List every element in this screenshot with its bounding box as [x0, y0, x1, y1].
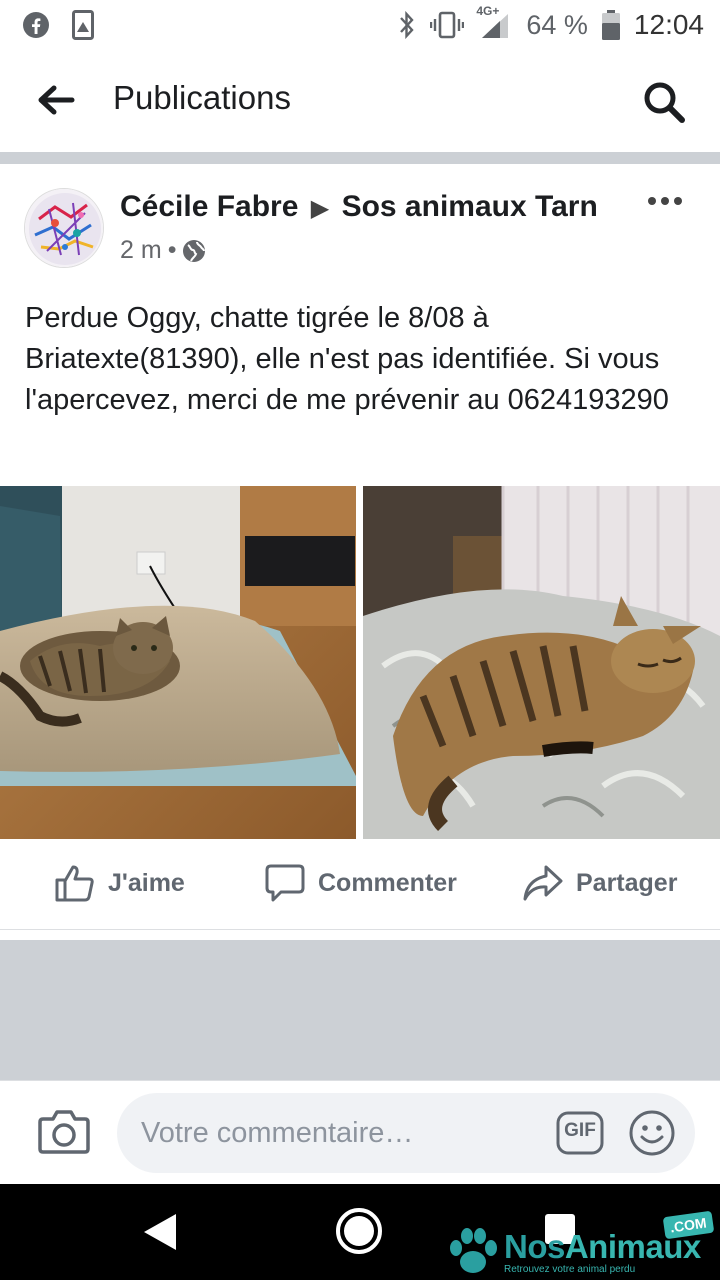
- bluetooth-icon: [400, 11, 415, 39]
- post-photos: [0, 486, 720, 839]
- facebook-notification-icon: [23, 12, 49, 38]
- comment-label: Commenter: [318, 868, 457, 897]
- post-author-line: Cécile Fabre ▶ Sos animaux Tarn: [120, 190, 598, 224]
- separator-dot: •: [167, 236, 177, 264]
- arrow-left-icon[interactable]: [36, 80, 76, 120]
- author-name[interactable]: Cécile Fabre: [120, 190, 298, 223]
- photo-cat-on-cushion[interactable]: [0, 486, 356, 839]
- photo-cat-on-bed[interactable]: [363, 486, 720, 839]
- status-bar: 4G+ 64 % 12:04: [0, 0, 720, 50]
- empty-comments-area: [0, 940, 720, 1080]
- section-divider: [0, 152, 720, 164]
- comment-composer: GIF: [0, 1080, 720, 1184]
- clock: 12:04: [633, 9, 704, 40]
- search-icon[interactable]: [642, 80, 686, 124]
- watermark-tagline: Retrouvez votre animal perdu: [504, 1264, 636, 1275]
- battery-percentage: 64 %: [526, 9, 588, 40]
- vibrate-icon: [430, 11, 465, 39]
- watermark-logo: NosAnimaux .COM Retrouvez votre animal p…: [446, 1210, 714, 1276]
- comment-icon: [265, 864, 305, 902]
- gif-label: GIF: [564, 1120, 596, 1141]
- home-button[interactable]: [336, 1208, 382, 1254]
- page-title: Publications: [113, 79, 291, 116]
- emoji-icon[interactable]: [628, 1109, 676, 1157]
- top-navigation-bar: Publications: [0, 50, 720, 152]
- like-button[interactable]: J'aime: [54, 863, 185, 903]
- more-options-button[interactable]: [648, 194, 682, 208]
- post-actions-bar: J'aime Commenter Partager: [0, 839, 720, 929]
- signal-icon: 4G+: [476, 4, 512, 40]
- battery-icon: [601, 10, 620, 40]
- avatar[interactable]: [24, 188, 104, 268]
- camera-icon[interactable]: [38, 1107, 90, 1155]
- back-triangle-icon[interactable]: [142, 1212, 178, 1252]
- group-name[interactable]: Sos animaux Tarn: [342, 190, 598, 223]
- comment-button[interactable]: Commenter: [264, 863, 457, 903]
- share-button[interactable]: Partager: [522, 863, 677, 903]
- share-label: Partager: [576, 868, 678, 897]
- comment-input[interactable]: [117, 1093, 695, 1173]
- post-meta: 2 m •: [120, 236, 206, 265]
- actions-divider: [0, 929, 720, 930]
- paw-icon: [450, 1228, 497, 1273]
- like-label: J'aime: [108, 868, 185, 897]
- post-text: Perdue Oggy, chatte tigrée le 8/08 à Bri…: [25, 302, 669, 416]
- image-notification-icon: [72, 10, 94, 40]
- play-arrow-icon: ▶: [310, 195, 330, 222]
- post-header: Cécile Fabre ▶ Sos animaux Tarn 2 m •: [0, 164, 720, 274]
- thumbs-up-icon: [55, 865, 94, 902]
- post-time[interactable]: 2 m: [120, 236, 162, 265]
- gif-button[interactable]: GIF: [556, 1111, 604, 1155]
- globe-icon: [183, 239, 206, 262]
- share-arrow-icon: [523, 865, 563, 901]
